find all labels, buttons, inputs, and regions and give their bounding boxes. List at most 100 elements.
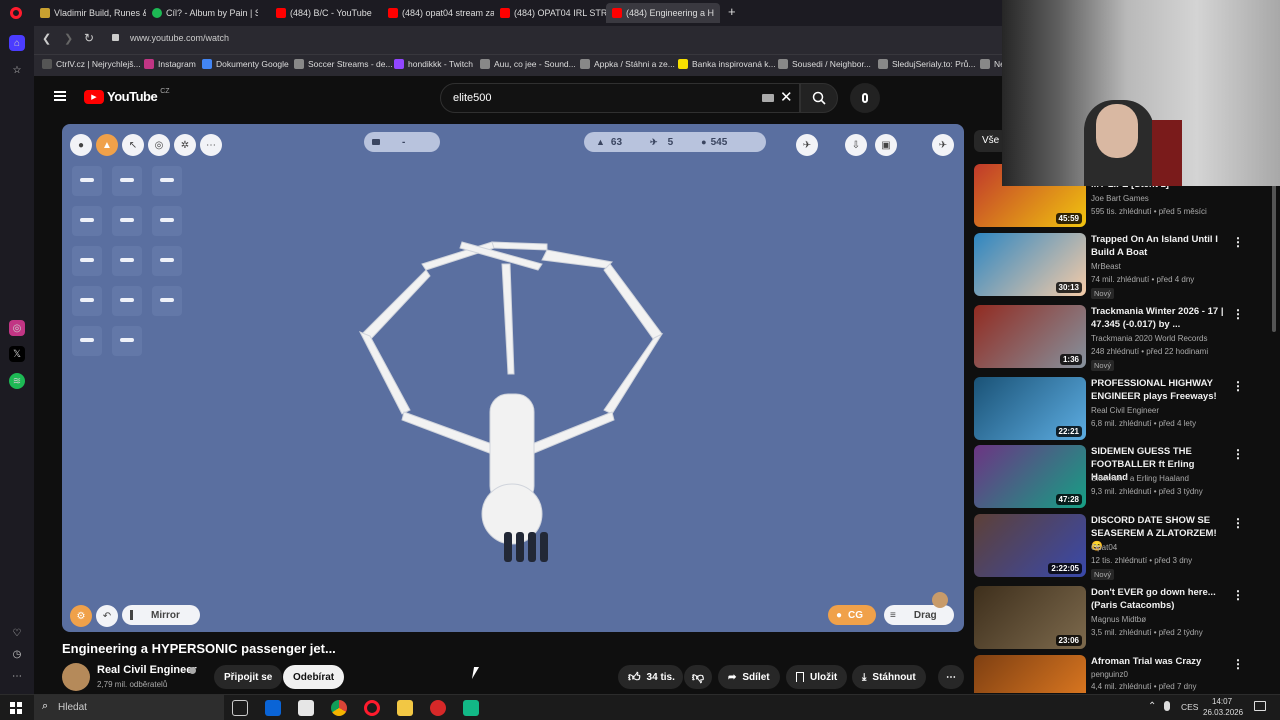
part-slot[interactable]	[112, 246, 142, 276]
hamburger-menu-icon[interactable]	[54, 91, 66, 101]
part-slot[interactable]	[152, 286, 182, 316]
heart-icon[interactable]: ♡	[9, 625, 25, 641]
tool-sphere-icon[interactable]: ●	[70, 134, 92, 156]
part-slot[interactable]	[152, 166, 182, 196]
bookmark-item[interactable]: Instagram	[144, 59, 196, 69]
outlook-icon[interactable]	[265, 700, 281, 716]
settings-gear-icon[interactable]: ⚙	[70, 605, 92, 627]
recommendation-item[interactable]: 22:21 PROFESSIONAL HIGHWAY ENGINEER play…	[974, 377, 1274, 441]
tab-3[interactable]: (484) B/C - YouTube	[270, 3, 382, 23]
like-button[interactable]: 👍︎ 34 tis.	[618, 665, 683, 689]
history-icon[interactable]: ◷	[9, 646, 25, 662]
video-title[interactable]: Afroman Trial was Crazy	[1091, 655, 1231, 668]
more-options-icon[interactable]: ⋮	[1232, 235, 1244, 249]
save-button[interactable]: Uložit	[786, 665, 848, 689]
bookmark-item[interactable]: Banka inspirovaná k...	[678, 59, 776, 69]
channel-name[interactable]: Sidemen • a Erling Haaland	[1091, 474, 1189, 483]
more-options-icon[interactable]: ⋮	[1232, 447, 1244, 461]
taskbar-search[interactable]: ⌕ Hledat	[34, 695, 224, 720]
more-options-icon[interactable]: ⋮	[1232, 516, 1244, 530]
x-twitter-icon[interactable]: 𝕏	[9, 346, 25, 362]
tool-wrench-icon[interactable]: ↖	[122, 134, 144, 156]
youtube-logo[interactable]: ▶ YouTube CZ	[84, 88, 170, 104]
spotify-icon[interactable]: ≋	[9, 373, 25, 389]
keyboard-icon[interactable]	[762, 94, 774, 102]
center-pill[interactable]: -	[364, 132, 440, 152]
video-player[interactable]: ● ▲ ↖ ◎ ✲ ⋯ - ▲ 63 ✈ 5 ● 545 ✈ ⇩ ▣ ✈ ⚙ ↶…	[62, 124, 964, 632]
tool-more-icon[interactable]: ⋯	[200, 134, 222, 156]
part-slot[interactable]	[152, 246, 182, 276]
video-thumbnail[interactable]	[974, 655, 1086, 693]
channel-name[interactable]: Real Civil Engineer	[97, 664, 197, 676]
bookmark-item[interactable]: Dokumenty Google	[202, 59, 289, 69]
clock-time[interactable]: 14:07	[1212, 697, 1232, 706]
video-thumbnail[interactable]: 22:21	[974, 377, 1086, 440]
fly-icon[interactable]: ✈	[932, 134, 954, 156]
join-button[interactable]: Připojit se	[214, 665, 283, 689]
bookmark-item[interactable]: Appka / Stáhni a ze...	[580, 59, 675, 69]
channel-avatar[interactable]	[62, 663, 90, 691]
forward-icon[interactable]: ❯	[64, 32, 73, 45]
back-icon[interactable]: ❮	[42, 32, 51, 45]
download-button[interactable]: ⤓ Stáhnout	[852, 665, 926, 689]
download-icon[interactable]: ⇩	[845, 134, 867, 156]
microphone-icon[interactable]	[850, 83, 880, 113]
task-view-icon[interactable]	[232, 700, 248, 716]
part-slot[interactable]	[72, 326, 102, 356]
opera-taskbar-icon[interactable]	[364, 700, 380, 716]
pin-icon[interactable]: ☆	[9, 62, 25, 78]
part-slot[interactable]	[72, 206, 102, 236]
instagram-icon[interactable]: ◎	[9, 320, 25, 336]
channel-name[interactable]: Joe Bart Games	[1091, 194, 1149, 203]
part-slot[interactable]	[152, 206, 182, 236]
part-slot[interactable]	[112, 206, 142, 236]
more-options-icon[interactable]: ⋮	[1232, 379, 1244, 393]
video-title[interactable]: PROFESSIONAL HIGHWAY ENGINEER plays Free…	[1091, 377, 1231, 403]
tool-engine-icon[interactable]: ✲	[174, 134, 196, 156]
drag-button[interactable]: ≡ Drag	[884, 605, 954, 625]
search-button[interactable]	[800, 83, 838, 113]
channel-name[interactable]: Real Civil Engineer	[1091, 406, 1159, 415]
subscribe-button[interactable]: Odebírat	[283, 665, 345, 689]
recommendation-item[interactable]: Afroman Trial was Crazy penguinz0 4,4 mi…	[974, 655, 1274, 693]
lang-indicator[interactable]: CES	[1181, 702, 1198, 712]
video-title[interactable]: Trackmania Winter 2026 - 17 | 47.345 (-0…	[1091, 305, 1231, 331]
launch-icon[interactable]: ✈	[796, 134, 818, 156]
recommendation-item[interactable]: 30:13 Trapped On An Island Until I Build…	[974, 233, 1274, 299]
windows-start-icon[interactable]	[10, 702, 22, 714]
more-options-icon[interactable]: ⋮	[1232, 588, 1244, 602]
part-slot[interactable]	[72, 286, 102, 316]
bookmark-item[interactable]: Auu, co jee - Sound...	[480, 59, 576, 69]
tab-1[interactable]: Vladimir Build, Runes & C	[34, 3, 146, 23]
recommendation-item[interactable]: 23:06 Don't EVER go down here... (Paris …	[974, 586, 1274, 650]
tab-4[interactable]: (484) opat04 stream zazn	[382, 3, 494, 23]
video-title[interactable]: Don't EVER go down here... (Paris Cataco…	[1091, 586, 1231, 612]
video-title[interactable]: Trapped On An Island Until I Build A Boa…	[1091, 233, 1231, 259]
part-slot[interactable]	[112, 286, 142, 316]
tab-2[interactable]: Cíl? - Album by Pain | Spo	[146, 3, 258, 23]
clear-search-icon[interactable]: ✕	[780, 88, 793, 106]
tab-5[interactable]: (484) OPAT04 IRL STREAM	[494, 3, 606, 23]
cg-button[interactable]: ● CG	[828, 605, 876, 625]
scrollbar[interactable]	[1272, 182, 1276, 332]
part-slot[interactable]	[112, 166, 142, 196]
tab-6-active[interactable]: (484) Engineering a H	[606, 3, 720, 23]
url-text[interactable]: www.youtube.com/watch	[130, 33, 229, 43]
recommendation-item[interactable]: 2:22:05 DISCORD DATE SHOW SE SEASEREM A …	[974, 514, 1274, 580]
bookmark-item[interactable]: Soccer Streams - de...	[294, 59, 393, 69]
tool-target-icon[interactable]: ◎	[148, 134, 170, 156]
part-slot[interactable]	[72, 166, 102, 196]
new-tab-button[interactable]: +	[728, 4, 736, 19]
mirror-button[interactable]: Mirror	[122, 605, 200, 625]
bookmark-item[interactable]: SledujSerialy.to: Prů...	[878, 59, 975, 69]
app-red-icon[interactable]	[430, 700, 446, 716]
chrome-icon[interactable]	[331, 700, 347, 716]
recommendation-item[interactable]: 47:28 SIDEMEN GUESS THE FOOTBALLER ft Er…	[974, 445, 1274, 509]
reload-icon[interactable]: ↻	[84, 31, 94, 45]
more-options-icon[interactable]: ⋮	[1232, 657, 1244, 671]
home-icon[interactable]: ⌂	[9, 35, 25, 51]
bookmark-item[interactable]: CtrlV.cz | Nejrychlejš...	[42, 59, 141, 69]
bookmark-item[interactable]: hondikkk - Twitch	[394, 59, 473, 69]
part-slot[interactable]	[112, 326, 142, 356]
tray-mic-icon[interactable]	[1164, 701, 1170, 711]
